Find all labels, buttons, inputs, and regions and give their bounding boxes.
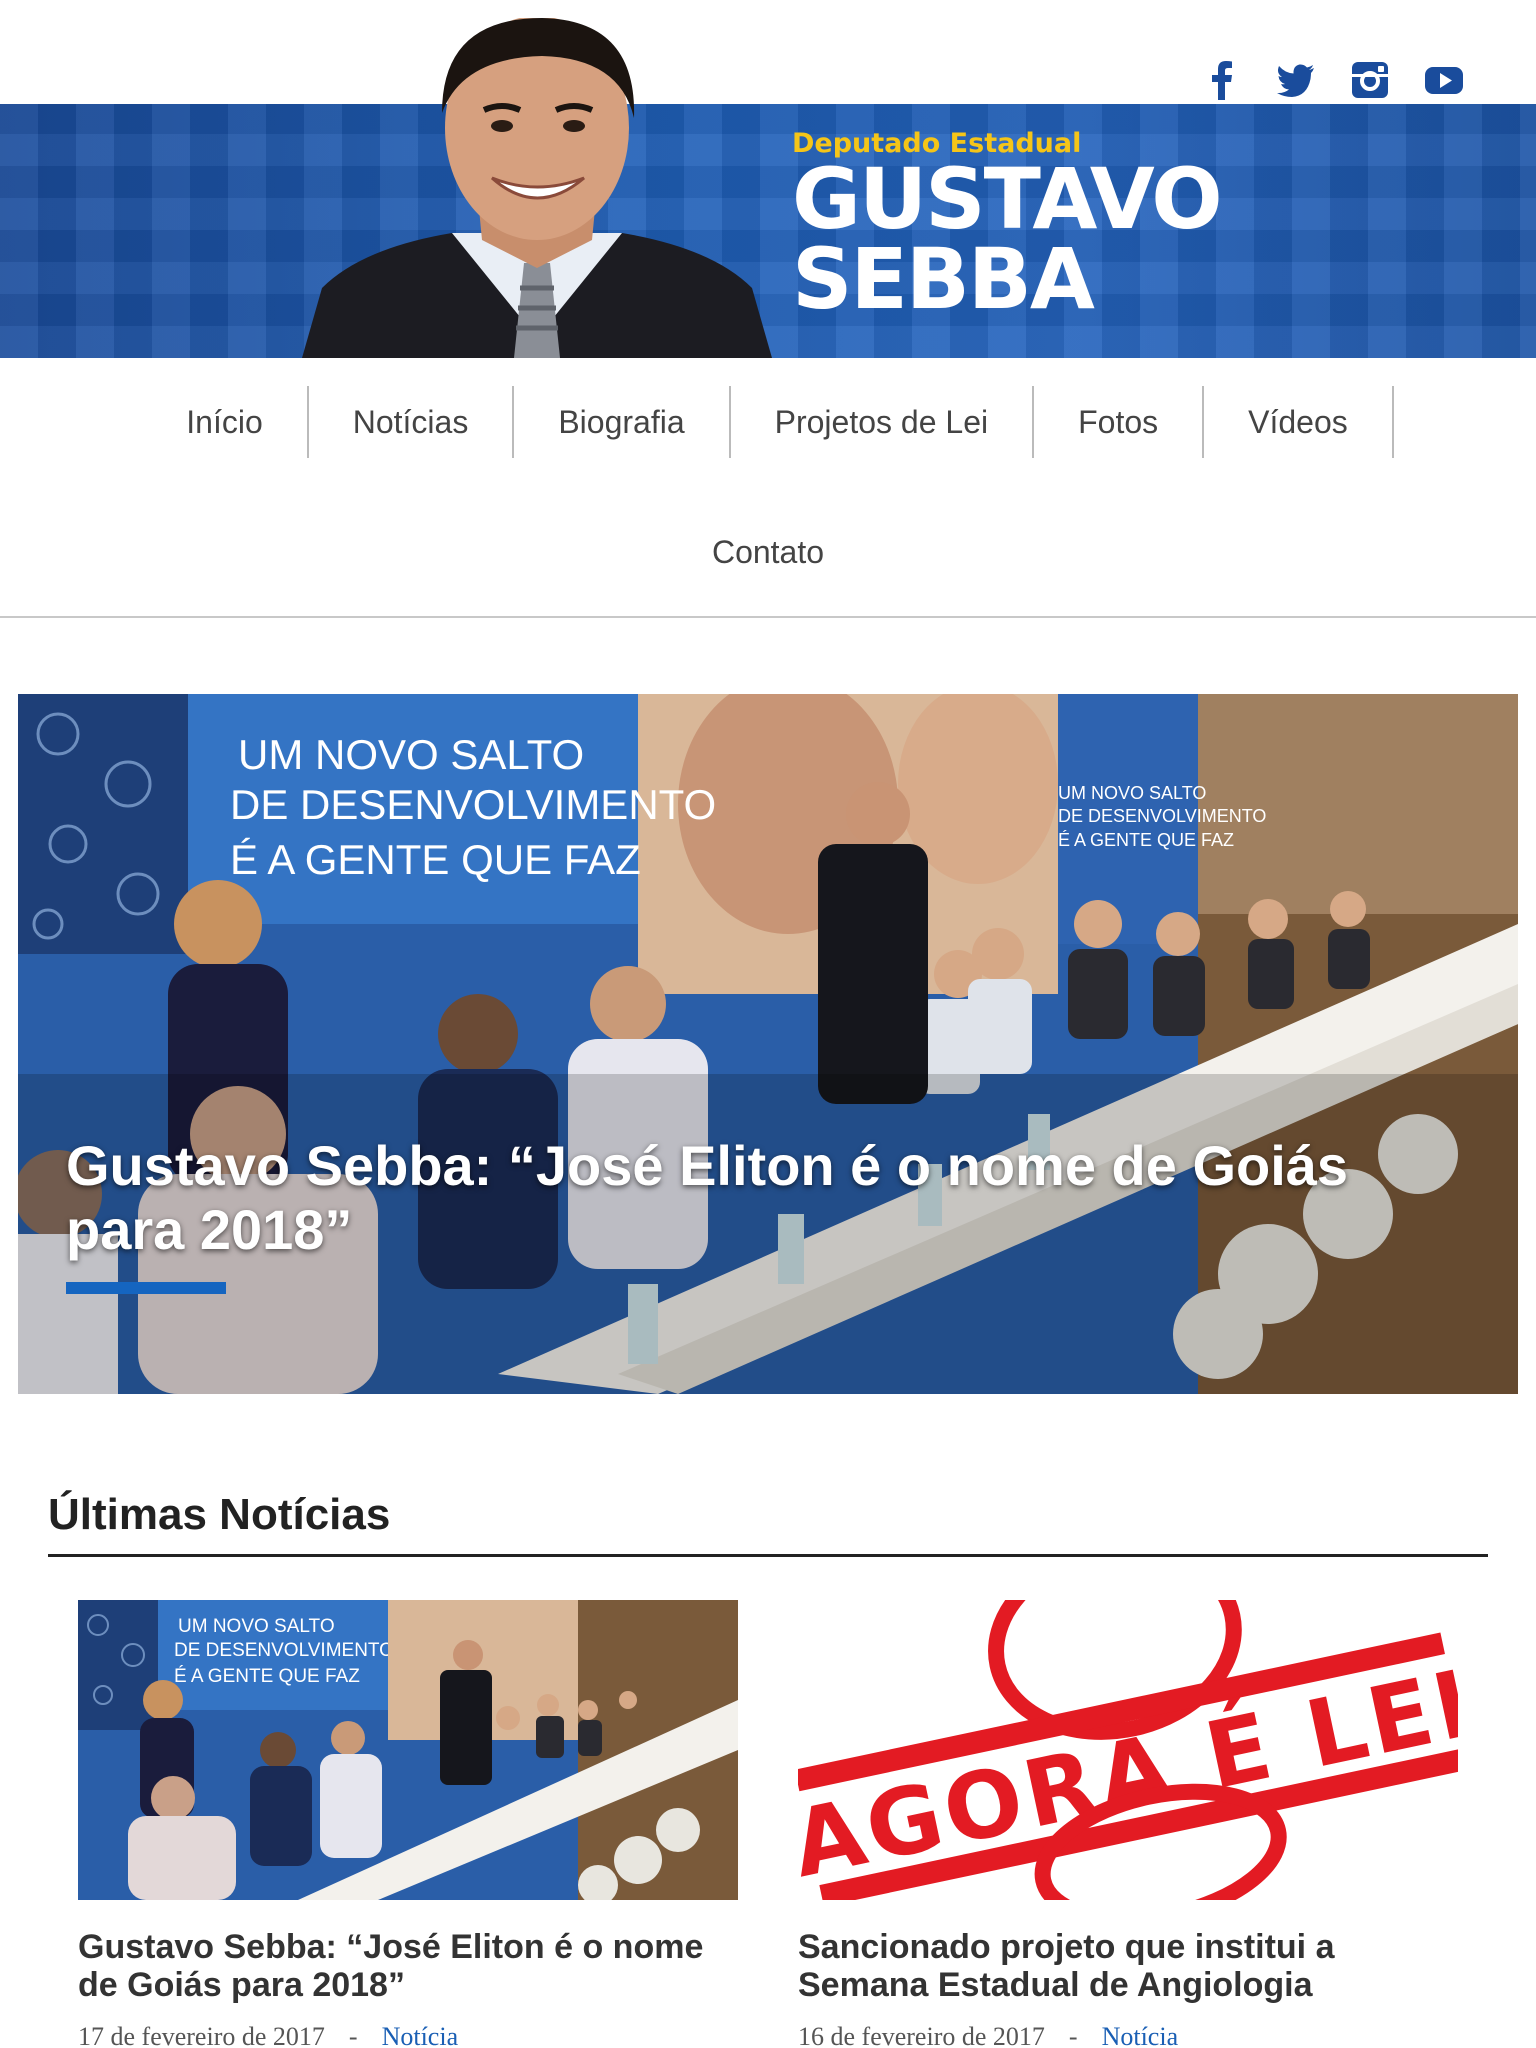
hero-slide[interactable]: UM NOVO SALTO DE DESENVOLVIMENTO É A GEN…: [18, 694, 1518, 1394]
latest-news-title: Últimas Notícias: [48, 1490, 391, 1539]
svg-text:É A GENTE QUE FAZ: É A GENTE QUE FAZ: [174, 1666, 360, 1687]
news-card-meta: 17 de fevereiro de 2017- Notícia: [78, 2022, 738, 2048]
nav-item-inicio[interactable]: Início: [142, 386, 309, 458]
nav-row-2: Contato: [0, 516, 1536, 588]
nav-item-biografia[interactable]: Biografia: [514, 386, 731, 458]
brand-logo: Deputado Estadual GUSTAVO SEBBA: [792, 128, 1223, 328]
site-header: Deputado Estadual GUSTAVO SEBBA: [0, 0, 1536, 358]
news-card-category[interactable]: Notícia: [382, 2022, 459, 2048]
news-card-title[interactable]: Gustavo Sebba: “José Eliton é o nome de …: [78, 1928, 738, 2004]
brand-name-line2: SEBBA: [792, 230, 1095, 328]
news-card-image[interactable]: UM NOVO SALTO DE DESENVOLVIMENTO É A GEN…: [78, 1600, 738, 1900]
meta-separator: -: [1068, 2022, 1078, 2048]
nav-item-videos[interactable]: Vídeos: [1204, 386, 1394, 458]
section-divider: [48, 1554, 1488, 1557]
svg-text:UM NOVO SALTO: UM NOVO SALTO: [1058, 783, 1206, 803]
hero-photo: UM NOVO SALTO DE DESENVOLVIMENTO É A GEN…: [18, 694, 1518, 1394]
hero-photo-text-3: É A GENTE QUE FAZ: [230, 836, 641, 883]
main-navigation: Início Notícias Biografia Projetos de Le…: [0, 358, 1536, 618]
svg-text:UM NOVO SALTO: UM NOVO SALTO: [178, 1616, 335, 1637]
twitter-icon[interactable]: [1274, 58, 1318, 102]
hero-photo-text-1: UM NOVO SALTO: [238, 731, 584, 778]
youtube-icon[interactable]: [1422, 58, 1466, 102]
news-card[interactable]: AGORA É LEI Sancionado projeto que insti…: [798, 1600, 1458, 2048]
facebook-icon[interactable]: [1200, 58, 1244, 102]
news-card-category[interactable]: Notícia: [1102, 2022, 1179, 2048]
hero-photo-text-2: DE DESENVOLVIMENTO: [230, 781, 716, 828]
news-card-meta: 16 de fevereiro de 2017- Notícia: [798, 2022, 1458, 2048]
news-card-date: 16 de fevereiro de 2017: [798, 2022, 1045, 2048]
news-card-title[interactable]: Sancionado projeto que institui a Semana…: [798, 1928, 1458, 2004]
nav-row: Início Notícias Biografia Projetos de Le…: [0, 386, 1536, 458]
deputy-portrait: [302, 18, 772, 358]
instagram-icon[interactable]: [1348, 58, 1392, 102]
news-card[interactable]: UM NOVO SALTO DE DESENVOLVIMENTO É A GEN…: [78, 1600, 738, 2048]
hero-title-underline: [66, 1282, 226, 1294]
hero-title[interactable]: Gustavo Sebba: “José Eliton é o nome de …: [66, 1134, 1466, 1262]
news-card-date: 17 de fevereiro de 2017: [78, 2022, 325, 2048]
meta-separator: -: [348, 2022, 358, 2048]
svg-text:É A GENTE QUE FAZ: É A GENTE QUE FAZ: [1058, 830, 1234, 850]
svg-text:DE DESENVOLVIMENTO: DE DESENVOLVIMENTO: [174, 1640, 394, 1661]
nav-item-fotos[interactable]: Fotos: [1034, 386, 1205, 458]
social-links: [1200, 58, 1466, 102]
nav-item-contato[interactable]: Contato: [668, 516, 868, 588]
svg-text:DE DESENVOLVIMENTO: DE DESENVOLVIMENTO: [1058, 806, 1266, 826]
news-card-image[interactable]: AGORA É LEI: [798, 1600, 1458, 1900]
nav-item-noticias[interactable]: Notícias: [309, 386, 515, 458]
brand-name-line1: GUSTAVO: [792, 150, 1223, 248]
nav-item-projetos-de-lei[interactable]: Projetos de Lei: [731, 386, 1035, 458]
